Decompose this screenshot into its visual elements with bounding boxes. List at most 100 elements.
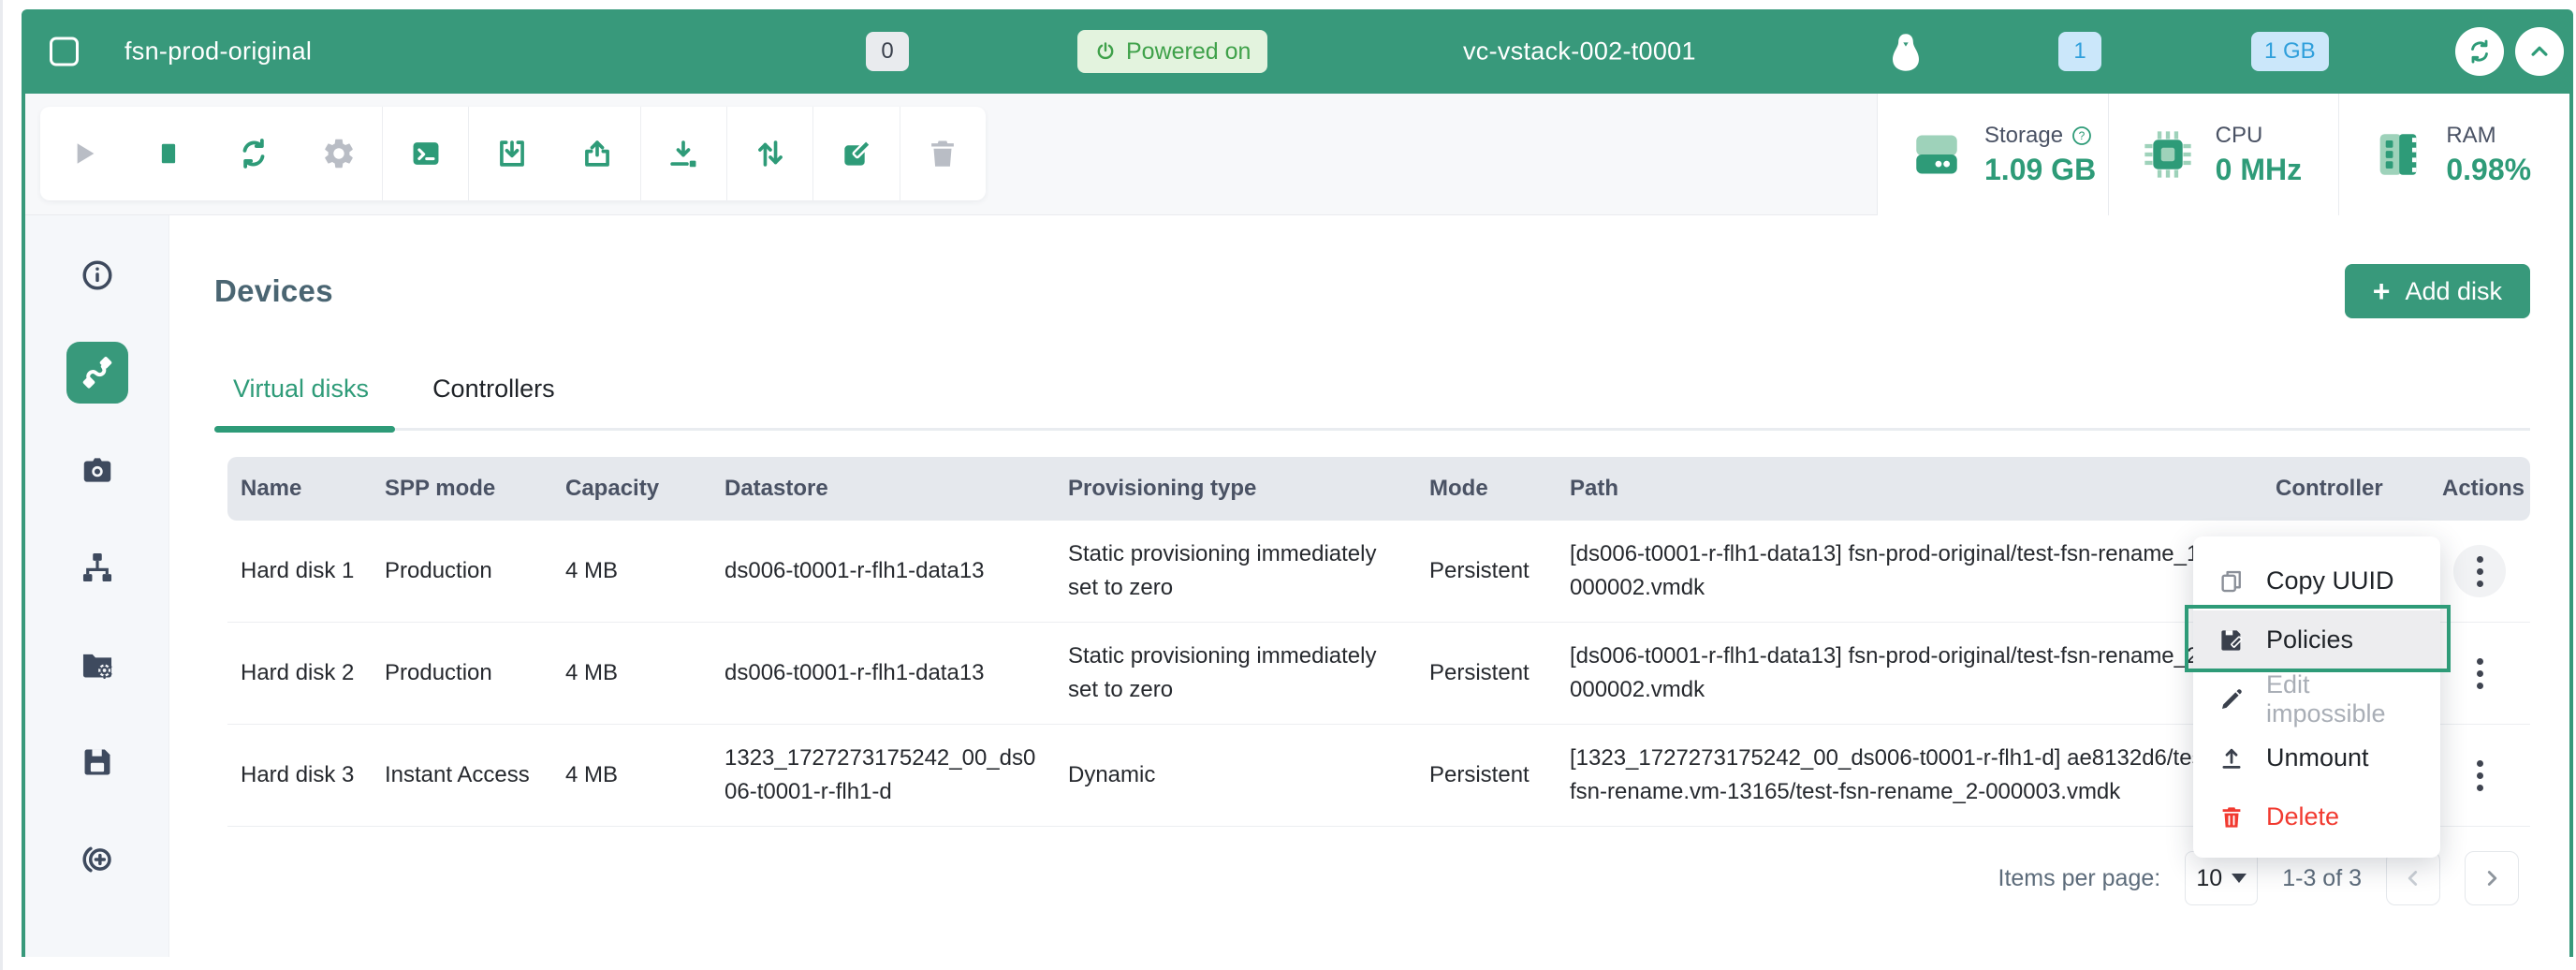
- sidebar-item-info[interactable]: [75, 253, 120, 298]
- arrow-into-box-icon: [494, 136, 530, 171]
- question-circle-icon[interactable]: ?: [2071, 125, 2093, 147]
- refresh-button[interactable]: [2455, 27, 2504, 76]
- cell-spp-mode: Production: [372, 521, 552, 623]
- cpu-icon: [2141, 127, 2195, 182]
- items-per-page-label: Items per page:: [1998, 865, 2161, 892]
- camera-icon: [80, 452, 115, 488]
- col-mode: Mode: [1416, 457, 1557, 521]
- sidebar-item-add[interactable]: [75, 837, 120, 882]
- network-icon: [80, 550, 115, 585]
- table-row: Hard disk 3 Instant Access 4 MB 1323_172…: [227, 725, 2530, 827]
- ram-value: 0.98%: [2446, 153, 2531, 187]
- cell-spp-mode: Production: [372, 623, 552, 725]
- stat-storage: Storage ? 1.09 GB: [1878, 94, 2108, 215]
- storage-value: 1.09 GB: [1984, 153, 2096, 187]
- restart-button[interactable]: [212, 107, 297, 200]
- row-actions-button[interactable]: [2453, 545, 2506, 597]
- download-button[interactable]: [641, 107, 727, 200]
- vm-stats: Storage ? 1.09 GB CPU 0 MHz: [1877, 94, 2569, 215]
- migrate-button[interactable]: [727, 107, 813, 200]
- tab-virtual-disks[interactable]: Virtual disks: [227, 375, 374, 428]
- cable-icon: [79, 354, 116, 391]
- next-page-button[interactable]: [2465, 851, 2519, 905]
- cell-name: Hard disk 1: [227, 521, 372, 623]
- menu-item-copy-uuid[interactable]: Copy UUID: [2193, 551, 2440, 610]
- devices-tabs: Virtual disks Controllers: [214, 375, 2530, 431]
- sidebar-item-devices[interactable]: [66, 342, 128, 404]
- vm-select-checkbox[interactable]: [50, 37, 79, 66]
- cell-provisioning: Static provisioning immediately set to z…: [1055, 521, 1416, 623]
- settings-button[interactable]: [297, 107, 383, 200]
- ram-label: RAM: [2446, 123, 2496, 149]
- col-datastore: Datastore: [711, 457, 1055, 521]
- menu-item-label: Unmount: [2266, 743, 2369, 772]
- trash-icon: [2217, 803, 2246, 831]
- stop-button[interactable]: [125, 107, 211, 200]
- cell-mode: Persistent: [1416, 623, 1557, 725]
- snapshot-count-badge: 0: [866, 32, 909, 71]
- col-controller: Controller: [2262, 457, 2429, 521]
- mount-button[interactable]: [469, 107, 554, 200]
- swap-vertical-icon: [753, 136, 788, 171]
- menu-item-unmount[interactable]: Unmount: [2193, 728, 2440, 787]
- delete-vm-button[interactable]: [900, 107, 986, 200]
- row-actions-button[interactable]: [2453, 647, 2506, 699]
- refresh-icon: [2466, 37, 2494, 66]
- table-row: Hard disk 1 Production 4 MB ds006-t0001-…: [227, 521, 2530, 623]
- host-name: vc-vstack-002-t0001: [1463, 37, 1696, 66]
- vm-panel-body: Storage ? 1.09 GB CPU 0 MHz: [22, 94, 2573, 957]
- page-size-select[interactable]: 10: [2185, 851, 2258, 905]
- sidebar-item-network[interactable]: [75, 545, 120, 590]
- col-provisioning: Provisioning type: [1055, 457, 1416, 521]
- unmount-disk-button[interactable]: [555, 107, 641, 200]
- sidebar-item-backups[interactable]: [75, 740, 120, 785]
- prev-page-button[interactable]: [2386, 851, 2440, 905]
- copy-icon: [2217, 567, 2246, 595]
- virtual-disks-table: Name SPP mode Capacity Datastore Provisi…: [227, 457, 2530, 827]
- page-size-value: 10: [2196, 865, 2222, 892]
- storage-label: Storage: [1984, 123, 2063, 149]
- add-disk-label: Add disk: [2405, 277, 2502, 306]
- cell-capacity: 4 MB: [552, 623, 711, 725]
- power-status-label: Powered on: [1126, 38, 1251, 66]
- pencil-icon: [2217, 685, 2246, 713]
- menu-item-edit-impossible[interactable]: Edit impossible: [2193, 669, 2440, 728]
- arrow-out-of-box-icon: [579, 136, 615, 171]
- menu-item-policies[interactable]: Policies: [2193, 610, 2440, 669]
- cell-mode: Persistent: [1416, 725, 1557, 827]
- cell-spp-mode: Instant Access: [372, 725, 552, 827]
- folder-gear-icon: [80, 647, 115, 683]
- sidebar-item-snapshots[interactable]: [75, 448, 120, 492]
- download-icon: [666, 136, 701, 171]
- vm-name: fsn-prod-original: [124, 37, 312, 66]
- menu-item-label: Copy UUID: [2266, 566, 2394, 595]
- console-button[interactable]: [383, 107, 469, 200]
- add-disk-button[interactable]: + Add disk: [2345, 264, 2530, 318]
- edit-vm-button[interactable]: [813, 107, 900, 200]
- play-button[interactable]: [40, 107, 125, 200]
- vm-panel: fsn-prod-original 0 Powered on vc-vstack…: [22, 9, 2573, 957]
- cell-path: [1323_1727273175242_00_ds006-t0001-r-flh…: [1557, 725, 2262, 827]
- memory-badge: 1 GB: [2251, 32, 2329, 71]
- chevron-left-icon: [2401, 866, 2425, 890]
- plus-icon: +: [2373, 276, 2391, 306]
- col-path: Path: [1557, 457, 2262, 521]
- power-status-badge: Powered on: [1077, 30, 1267, 73]
- sidebar-item-storage-policies[interactable]: [75, 642, 120, 687]
- storage-icon: [1910, 127, 1964, 182]
- menu-item-delete[interactable]: Delete: [2193, 787, 2440, 846]
- menu-item-label: Edit impossible: [2266, 670, 2416, 728]
- vm-details-screen: fsn-prod-original 0 Powered on vc-vstack…: [0, 0, 2576, 970]
- power-icon: [1094, 40, 1117, 63]
- add-circle-icon: [80, 842, 115, 877]
- collapse-button[interactable]: [2515, 27, 2564, 76]
- caret-down-icon: [2232, 874, 2247, 883]
- chevron-right-icon: [2480, 866, 2504, 890]
- tab-controllers[interactable]: Controllers: [427, 375, 561, 428]
- cell-name: Hard disk 2: [227, 623, 372, 725]
- cpu-value: 0 MHz: [2216, 153, 2302, 187]
- row-actions-button[interactable]: [2453, 749, 2506, 801]
- info-icon: [80, 257, 115, 293]
- cell-provisioning: Dynamic: [1055, 725, 1416, 827]
- cell-datastore: 1323_1727273175242_00_ds006-t0001-r-flh1…: [711, 725, 1055, 827]
